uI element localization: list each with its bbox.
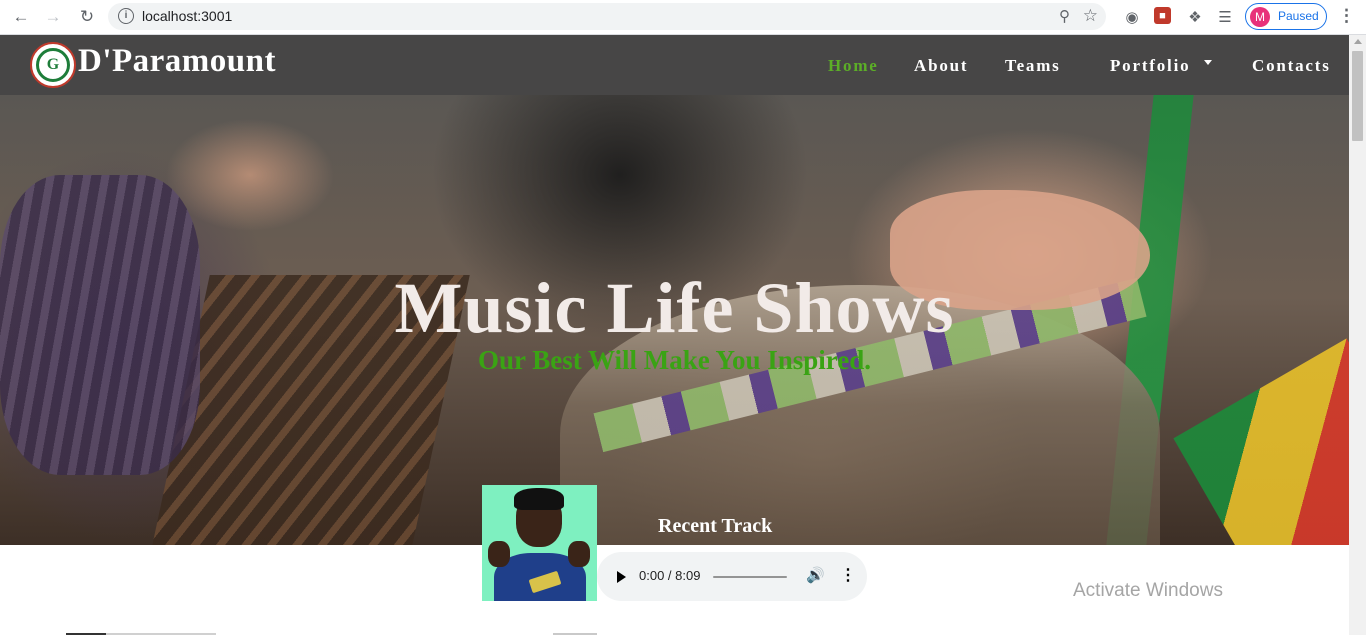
more-icon[interactable]: ⋮ bbox=[840, 565, 856, 585]
audio-time: 0:00 / 8:09 bbox=[639, 568, 701, 583]
vertical-scrollbar[interactable] bbox=[1349, 35, 1366, 635]
url-text: localhost:3001 bbox=[142, 8, 233, 24]
hero-subtitle: Our Best Will Make You Inspired. bbox=[477, 345, 872, 375]
zoom-icon[interactable]: ⚲ bbox=[1059, 7, 1070, 25]
brand-logo[interactable]: G bbox=[30, 42, 76, 88]
extension-icon[interactable]: ■ bbox=[1154, 7, 1171, 24]
cover-figure bbox=[514, 488, 564, 510]
logo-mark: G bbox=[36, 48, 70, 82]
info-icon[interactable]: i bbox=[118, 8, 134, 24]
star-icon[interactable]: ☆ bbox=[1083, 6, 1098, 26]
hero-title: Music Life Shows bbox=[394, 268, 955, 348]
cover-figure bbox=[568, 541, 590, 567]
audio-progress-bar[interactable] bbox=[713, 576, 787, 578]
address-bar[interactable]: i localhost:3001 ⚲ ☆ bbox=[108, 3, 1106, 30]
caret-down-icon[interactable] bbox=[1204, 60, 1212, 65]
nav-teams[interactable]: Teams bbox=[1005, 56, 1061, 76]
hero-banner: Music Life Shows Our Best Will Make You … bbox=[0, 95, 1349, 545]
puzzle-icon[interactable]: ❖ bbox=[1185, 7, 1205, 27]
cover-figure bbox=[488, 541, 510, 567]
nav-home[interactable]: Home bbox=[828, 56, 879, 76]
profile-button[interactable]: M Paused bbox=[1245, 3, 1327, 30]
forward-icon[interactable]: → bbox=[42, 6, 64, 28]
extension-icon[interactable]: ◉ bbox=[1122, 7, 1142, 27]
nav-about[interactable]: About bbox=[914, 56, 968, 76]
playlist-icon[interactable]: ☰ bbox=[1215, 7, 1235, 27]
reload-icon[interactable]: ↻ bbox=[76, 6, 98, 28]
brand-name[interactable]: D'Paramount bbox=[78, 43, 276, 80]
scroll-up-icon[interactable] bbox=[1354, 39, 1362, 44]
scroll-thumb[interactable] bbox=[1352, 51, 1363, 141]
more-icon[interactable]: ⋮ bbox=[1338, 6, 1355, 26]
play-icon[interactable] bbox=[617, 571, 626, 583]
nav-contacts[interactable]: Contacts bbox=[1252, 56, 1331, 76]
site-navbar: G D'Paramount Home About Teams Portfolio… bbox=[0, 35, 1349, 95]
recent-track-heading: Recent Track bbox=[658, 515, 773, 537]
volume-icon[interactable]: 🔊 bbox=[806, 566, 825, 584]
activate-windows-watermark: Activate Windows bbox=[1073, 580, 1223, 601]
audio-player[interactable]: 0:00 / 8:09 🔊 ⋮ bbox=[597, 552, 867, 601]
avatar: M bbox=[1250, 7, 1270, 27]
page-viewport: G D'Paramount Home About Teams Portfolio… bbox=[0, 35, 1349, 635]
back-icon[interactable]: ← bbox=[10, 6, 32, 28]
profile-status: Paused bbox=[1278, 9, 1319, 23]
track-cover-image bbox=[482, 485, 597, 601]
browser-toolbar: ← → ↻ i localhost:3001 ⚲ ☆ ◉ ■ ❖ ☰ M Pau… bbox=[0, 0, 1366, 35]
nav-portfolio[interactable]: Portfolio bbox=[1110, 56, 1190, 76]
